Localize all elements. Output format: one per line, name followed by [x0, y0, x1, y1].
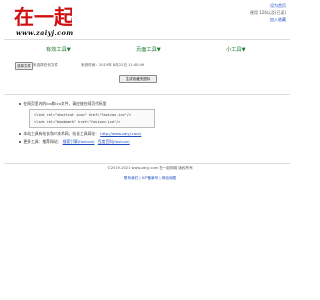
code-line-bookmark: <link rel="bookmark" href="favicon.ico"/… — [34, 119, 121, 124]
tool-panel: 选择文件 未选择任何文件 系统时间： 2019年 8月22日 11:40:49 … — [15, 60, 295, 88]
code-snippet[interactable]: <link rel="shortcut icon" href="favicon.… — [29, 109, 155, 128]
logo-text: 在一起 — [14, 5, 72, 28]
bullet-more-tools: 更多工具：推荐网站： 搜索引擎(favicon) 百度百科(favicon) — [19, 139, 130, 145]
set-homepage-link[interactable]: 设为首页 — [270, 3, 286, 8]
bullet-dot-icon — [19, 132, 22, 136]
site-logo[interactable]: 在一起 — [14, 4, 75, 29]
header-divider — [4, 39, 290, 40]
footer-copyright: ©2019-2021 www.zaiyj.com 在一起网络 版权所有 — [107, 166, 193, 170]
bullet-usage: 在网页里内的ico和ico文件，请应放在网页代码里 — [19, 101, 106, 107]
generate-favicon-button[interactable]: 生成收藏夹图标 — [119, 75, 157, 83]
info-section: 在网页里内的ico和ico文件，请应放在网页代码里 <link rel="sho… — [13, 100, 288, 148]
no-file-text: 未选择任何文件 — [33, 63, 59, 67]
top-links: 设为首页 便用 126以及(已读) 加入收藏 — [250, 3, 286, 23]
site-tools-link[interactable]: http://www.zaiyj.com/ — [100, 131, 141, 136]
add-bookmark-link[interactable]: 加入收藏 — [270, 17, 286, 22]
baidu-link[interactable]: 百度百科(favicon) — [98, 139, 130, 144]
footer-divider — [4, 163, 290, 164]
footer-links: 联系我们 | ICP备案号 | 网站地图 — [0, 176, 300, 181]
bullet-dot-icon — [19, 102, 22, 106]
bullet-site-tools: 本站工具有站长和IT技术网，站长工具网址： http://www.zaiyj.c… — [19, 131, 141, 137]
menu-item-effective-tools[interactable]: 有效工具▼ — [46, 46, 71, 53]
time-value: 2019年 8月22日 11:40:49 — [99, 63, 145, 67]
top-link-info: 便用 126以及(已读) — [249, 10, 286, 15]
bullet-dot-icon — [19, 140, 22, 144]
logo-brush-text: 在一起 — [14, 5, 75, 29]
code-line-shortcut: <link rel="shortcut icon" href="favicon.… — [34, 113, 131, 117]
time-label: 系统时间： — [81, 63, 99, 67]
site-url: www.zaiyj.com — [16, 29, 74, 37]
footer-link-group[interactable]: 联系我们 | ICP备案号 | 网站地图 — [124, 176, 176, 180]
menu-item-page-tools[interactable]: 页面工具▼ — [136, 46, 161, 53]
menu-item-small-tools[interactable]: 小工具▼ — [226, 46, 246, 53]
search-engine-link[interactable]: 搜索引擎(favicon) — [63, 139, 95, 144]
choose-file-button[interactable]: 选择文件 — [15, 62, 33, 70]
content-divider — [4, 94, 290, 95]
